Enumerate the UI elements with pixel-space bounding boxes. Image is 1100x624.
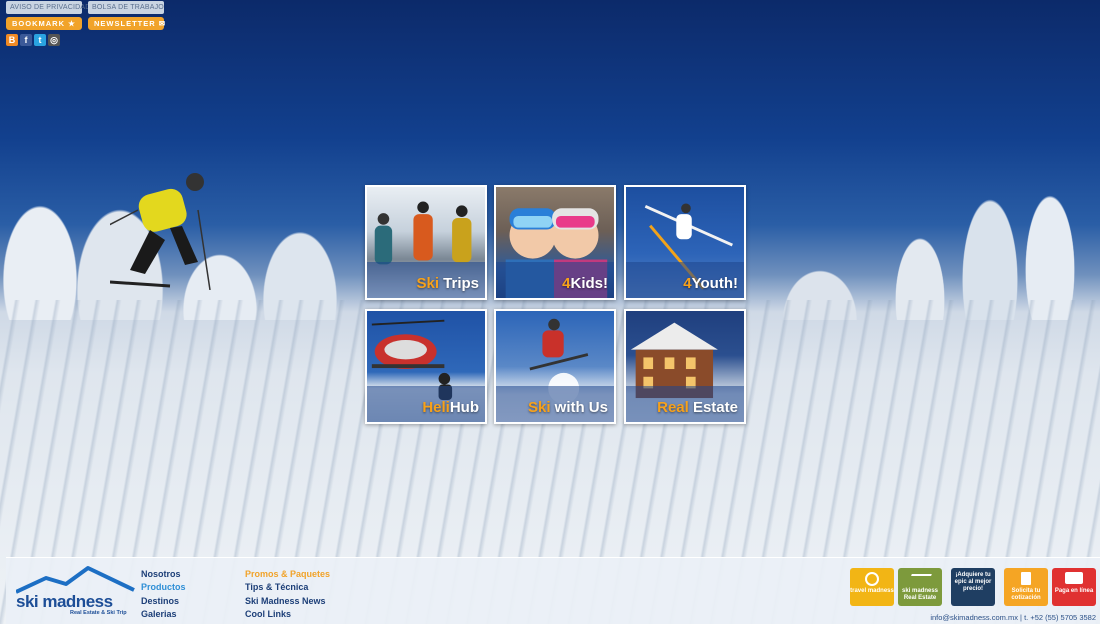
tile-ski-trips[interactable]: Ski Trips bbox=[365, 185, 487, 300]
mountain-logo-icon bbox=[15, 566, 135, 594]
nav-tips[interactable]: Tips & Técnica bbox=[245, 581, 330, 594]
tile-4kids[interactable]: 4Kids! bbox=[494, 185, 616, 300]
mountain-icon bbox=[908, 574, 932, 584]
nav-destinos[interactable]: Destinos bbox=[141, 595, 186, 608]
twitter-icon[interactable]: t bbox=[34, 34, 46, 46]
tile-4youth[interactable]: 4Youth! bbox=[624, 185, 746, 300]
nav-cool-links[interactable]: Cool Links bbox=[245, 608, 330, 621]
nav-news[interactable]: Ski Madness News bbox=[245, 595, 330, 608]
newsletter-button[interactable]: NEWSLETTER ✉ bbox=[88, 17, 165, 30]
tile-label: Ski with Us bbox=[527, 399, 608, 416]
pay-online-badge[interactable]: Paga en línea bbox=[1052, 568, 1096, 606]
tile-label: HeliHub bbox=[422, 399, 479, 416]
document-icon bbox=[1021, 572, 1031, 585]
nav-galerias[interactable]: Galerias bbox=[141, 608, 186, 621]
tile-label: 4Youth! bbox=[683, 275, 738, 292]
blogger-icon[interactable]: B bbox=[6, 34, 18, 46]
ski-madness-real-estate-badge[interactable]: ski madness Real Estate bbox=[898, 568, 942, 606]
footer-nav-primary: Nosotros Productos Destinos Galerias bbox=[141, 568, 186, 622]
footer-nav-secondary: Promos & Paquetes Tips & Técnica Ski Mad… bbox=[245, 568, 330, 622]
epic-pass-badge[interactable]: ¡Adquiere tu epic al mejor precio! bbox=[951, 568, 995, 606]
tile-helihub[interactable]: HeliHub bbox=[365, 309, 487, 424]
tile-ski-with-us[interactable]: Ski with Us bbox=[494, 309, 616, 424]
tile-label: Real Estate bbox=[657, 399, 738, 416]
travel-madness-badge[interactable]: travel madness bbox=[850, 568, 894, 606]
tile-label: Ski Trips bbox=[416, 275, 479, 292]
credit-card-icon bbox=[1065, 572, 1083, 584]
bookmark-button[interactable]: BOOKMARK ★ bbox=[6, 17, 82, 30]
skier-figure bbox=[110, 173, 211, 290]
ski-madness-logo[interactable]: ski madness Real Estate & Ski Trip bbox=[15, 564, 136, 618]
footer-bar: ski madness Real Estate & Ski Trip Nosot… bbox=[6, 557, 1100, 624]
nav-productos[interactable]: Productos bbox=[141, 581, 186, 594]
facebook-icon[interactable]: f bbox=[20, 34, 32, 46]
privacy-notice-link[interactable]: AVISO DE PRIVACIDAD bbox=[6, 1, 90, 14]
tile-label: 4Kids! bbox=[562, 275, 608, 292]
nav-promos[interactable]: Promos & Paquetes bbox=[245, 568, 330, 581]
travel-circle-icon bbox=[865, 572, 879, 586]
tile-real-estate[interactable]: Real Estate bbox=[624, 309, 746, 424]
job-board-link[interactable]: BOLSA DE TRABAJO bbox=[88, 1, 164, 14]
nav-nosotros[interactable]: Nosotros bbox=[141, 568, 186, 581]
quote-request-badge[interactable]: Solicita tu cotización bbox=[1004, 568, 1048, 606]
instagram-icon[interactable]: ◎ bbox=[48, 34, 60, 46]
contact-info: info@skimadness.com.mx | t. +52 (55) 570… bbox=[930, 613, 1096, 622]
